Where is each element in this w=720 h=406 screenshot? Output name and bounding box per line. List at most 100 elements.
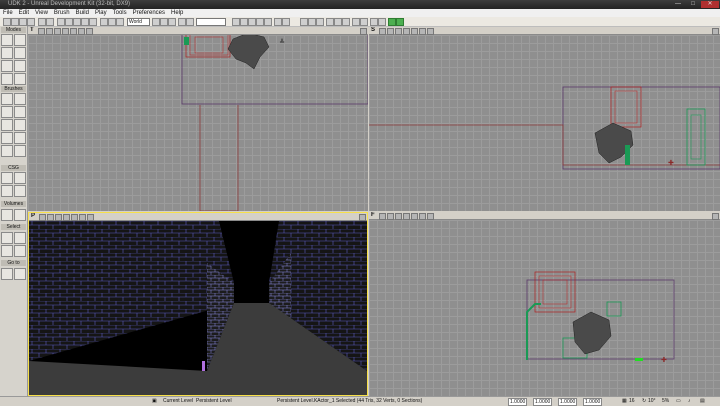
command-input[interactable] bbox=[196, 18, 226, 26]
rotation-grid-icon[interactable] bbox=[160, 18, 168, 26]
search-icon[interactable] bbox=[100, 18, 108, 26]
viewport-type-label[interactable]: P bbox=[31, 213, 35, 220]
viewport-view-icon[interactable] bbox=[38, 28, 45, 35]
viewport-lit-icon[interactable] bbox=[395, 213, 402, 220]
grid-size-value[interactable]: 16 bbox=[629, 398, 635, 405]
add-volume-icon[interactable] bbox=[1, 209, 13, 221]
viewport-lighting-only-icon[interactable] bbox=[70, 28, 77, 35]
menu-help[interactable]: Help bbox=[168, 9, 186, 17]
texture-mode-icon[interactable] bbox=[14, 47, 26, 59]
cube-brush-icon[interactable] bbox=[14, 93, 26, 105]
vsync-icon[interactable]: ▭ bbox=[676, 398, 681, 405]
viewport-front[interactable]: F ✚ bbox=[369, 212, 720, 396]
build-lighting-icon[interactable] bbox=[240, 18, 248, 26]
viewport-game-view-icon[interactable] bbox=[87, 214, 94, 221]
landscape-mode-icon[interactable] bbox=[1, 73, 13, 85]
viewport-maximize-icon[interactable] bbox=[359, 214, 366, 221]
viewport-game-view-icon[interactable] bbox=[427, 213, 434, 220]
play-ios-icon[interactable] bbox=[352, 18, 360, 26]
mobile-preview-icon[interactable] bbox=[308, 18, 316, 26]
viewport-unlit-icon[interactable] bbox=[403, 213, 410, 220]
sphere-brush-icon[interactable] bbox=[14, 132, 26, 144]
open-map-icon[interactable] bbox=[11, 18, 19, 26]
sheet-brush-icon[interactable] bbox=[14, 119, 26, 131]
menu-edit[interactable]: Edit bbox=[16, 9, 32, 17]
new-map-icon[interactable] bbox=[3, 18, 11, 26]
kismet-icon[interactable] bbox=[116, 18, 124, 26]
viewport-lighting-only-icon[interactable] bbox=[411, 28, 418, 35]
csg-intersect-icon[interactable] bbox=[1, 185, 13, 197]
menu-play[interactable]: Play bbox=[92, 9, 110, 17]
hide-selected-icon[interactable] bbox=[14, 232, 26, 244]
menu-file[interactable]: File bbox=[0, 9, 16, 17]
toggle-realtime-icon[interactable] bbox=[186, 18, 194, 26]
current-level-value[interactable]: Persistent Level bbox=[196, 398, 232, 405]
lighting-quality-icon[interactable] bbox=[274, 18, 282, 26]
build-geometry-icon[interactable] bbox=[232, 18, 240, 26]
viewport-lighting-only-icon[interactable] bbox=[71, 214, 78, 221]
coordinate-system-dropdown[interactable]: World bbox=[127, 18, 150, 26]
viewport-game-view-icon[interactable] bbox=[86, 28, 93, 35]
redo-icon[interactable] bbox=[46, 18, 54, 26]
viewport-view-icon[interactable] bbox=[39, 214, 46, 221]
viewport-game-view-icon[interactable] bbox=[427, 28, 434, 35]
viewport-type-label[interactable]: F bbox=[371, 212, 375, 219]
invert-selection-icon[interactable] bbox=[1, 245, 13, 257]
console-preview-icon[interactable] bbox=[316, 18, 324, 26]
rotate-icon[interactable] bbox=[73, 18, 81, 26]
volume-options-icon[interactable] bbox=[14, 209, 26, 221]
play-standalone-icon[interactable] bbox=[396, 18, 404, 26]
content-icon[interactable]: ▤ bbox=[700, 398, 705, 405]
cook-icon[interactable] bbox=[370, 18, 378, 26]
cone-brush-icon[interactable] bbox=[1, 93, 13, 105]
build-all-icon[interactable] bbox=[264, 18, 272, 26]
spiral-stair-brush-icon[interactable] bbox=[1, 132, 13, 144]
viewport-wireframe-icon[interactable] bbox=[47, 214, 54, 221]
minimize-button[interactable]: — bbox=[671, 1, 685, 8]
realtime-audio-icon[interactable]: ♪ bbox=[688, 398, 691, 405]
cylinder-brush-icon[interactable] bbox=[14, 106, 26, 118]
go-to-builder-brush-icon[interactable] bbox=[14, 268, 26, 280]
viewport-type-label[interactable]: T bbox=[30, 27, 34, 34]
csg-add-icon[interactable] bbox=[1, 172, 13, 184]
play-mac-icon[interactable] bbox=[360, 18, 368, 26]
play-pc-icon[interactable] bbox=[342, 18, 350, 26]
scale-grid-icon[interactable] bbox=[168, 18, 176, 26]
viewport-side[interactable]: S ✚ bbox=[369, 27, 720, 211]
viewport-lit-icon[interactable] bbox=[54, 28, 61, 35]
viewport-realtime-icon[interactable] bbox=[419, 28, 426, 35]
camera-speed-icon[interactable] bbox=[178, 18, 186, 26]
mesh-paint-icon[interactable] bbox=[1, 60, 13, 72]
viewport-view-icon[interactable] bbox=[379, 213, 386, 220]
viewport-maximize-icon[interactable] bbox=[360, 28, 367, 35]
menu-preferences[interactable]: Preferences bbox=[130, 9, 168, 17]
save-icon[interactable] bbox=[19, 18, 27, 26]
scale-snap-value[interactable]: 5% bbox=[662, 398, 669, 405]
lighting-info-icon[interactable] bbox=[282, 18, 290, 26]
csg-deintersect-icon[interactable] bbox=[14, 185, 26, 197]
maximize-button[interactable]: □ bbox=[686, 1, 700, 8]
build-paths-icon[interactable] bbox=[248, 18, 256, 26]
drag-grid-icon[interactable] bbox=[152, 18, 160, 26]
viewport-maximize-icon[interactable] bbox=[712, 213, 719, 220]
viewport-realtime-icon[interactable] bbox=[419, 213, 426, 220]
foliage-mode-icon[interactable] bbox=[14, 60, 26, 72]
menu-build[interactable]: Build bbox=[73, 9, 92, 17]
play-console-icon[interactable] bbox=[334, 18, 342, 26]
scale-nonuniform-icon[interactable] bbox=[89, 18, 97, 26]
tetrahedron-brush-icon[interactable] bbox=[14, 145, 26, 157]
go-to-actor-icon[interactable] bbox=[1, 268, 13, 280]
viewport-unlit-icon[interactable] bbox=[403, 28, 410, 35]
grid-snap-icon[interactable]: ▦ bbox=[622, 398, 627, 405]
scale-icon[interactable] bbox=[81, 18, 89, 26]
rotation-snap-icon[interactable]: ↻ bbox=[642, 398, 646, 405]
viewport-lit-icon[interactable] bbox=[395, 28, 402, 35]
menu-brush[interactable]: Brush bbox=[51, 9, 73, 17]
csg-subtract-icon[interactable] bbox=[14, 172, 26, 184]
viewport-unlit-icon[interactable] bbox=[62, 28, 69, 35]
undo-icon[interactable] bbox=[38, 18, 46, 26]
viewport-lighting-only-icon[interactable] bbox=[411, 213, 418, 220]
terrain-mode-icon[interactable] bbox=[1, 47, 13, 59]
viewport-lit-icon[interactable] bbox=[55, 214, 62, 221]
show-all-icon[interactable] bbox=[14, 245, 26, 257]
